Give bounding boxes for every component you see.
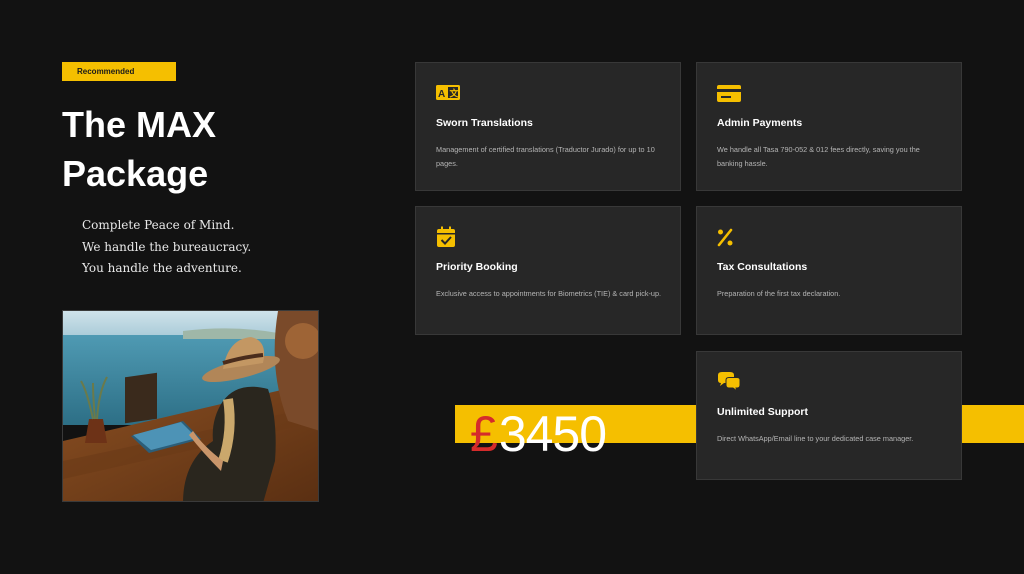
svg-text:A: A	[438, 89, 445, 100]
service-title: Admin Payments	[717, 117, 803, 129]
service-card-sworn-translations: A 文 Sworn Translations Management of cer…	[415, 62, 681, 191]
service-title: Sworn Translations	[436, 117, 533, 129]
recommended-badge: Recommended	[62, 62, 176, 81]
service-description: Management of certified translations (Tr…	[436, 145, 655, 168]
service-description: Direct WhatsApp/Email line to your dedic…	[717, 434, 914, 443]
service-title: Unlimited Support	[717, 406, 808, 418]
hero-photo	[62, 310, 319, 502]
chat-bubbles-icon	[718, 372, 741, 393]
page-title: The MAX Package	[62, 100, 216, 198]
svg-text:文: 文	[449, 88, 460, 99]
service-description: We handle all Tasa 790-052 & 012 fees di…	[717, 145, 920, 168]
credit-card-icon	[717, 85, 741, 102]
tagline-line: We handle the bureaucracy.	[82, 239, 252, 254]
price-amount: 3450	[498, 406, 607, 462]
translate-icon: A 文	[436, 85, 460, 100]
service-card-priority-booking: Priority Booking Exclusive access to app…	[415, 206, 681, 335]
service-description: Preparation of the first tax declaration…	[717, 289, 841, 298]
service-card-admin-payments: Admin Payments We handle all Tasa 790-05…	[696, 62, 962, 191]
currency-symbol: £	[470, 406, 498, 462]
service-title: Priority Booking	[436, 261, 518, 273]
package-price: £3450	[470, 404, 607, 464]
tagline: Complete Peace of Mind. We handle the bu…	[82, 215, 251, 280]
service-description: Exclusive access to appointments for Bio…	[436, 289, 662, 298]
tagline-line: Complete Peace of Mind.	[82, 218, 235, 232]
tagline-line: You handle the adventure.	[82, 261, 242, 275]
title-line: Package	[62, 153, 209, 194]
service-card-unlimited-support: Unlimited Support Direct WhatsApp/Email …	[696, 351, 962, 480]
title-line: The MAX	[62, 104, 217, 145]
percent-icon	[717, 228, 733, 247]
woman-laptop-sea-illustration	[63, 311, 318, 501]
service-card-tax-consultations: Tax Consultations Preparation of the fir…	[696, 206, 962, 335]
calendar-check-icon	[437, 226, 455, 247]
service-title: Tax Consultations	[717, 261, 808, 273]
